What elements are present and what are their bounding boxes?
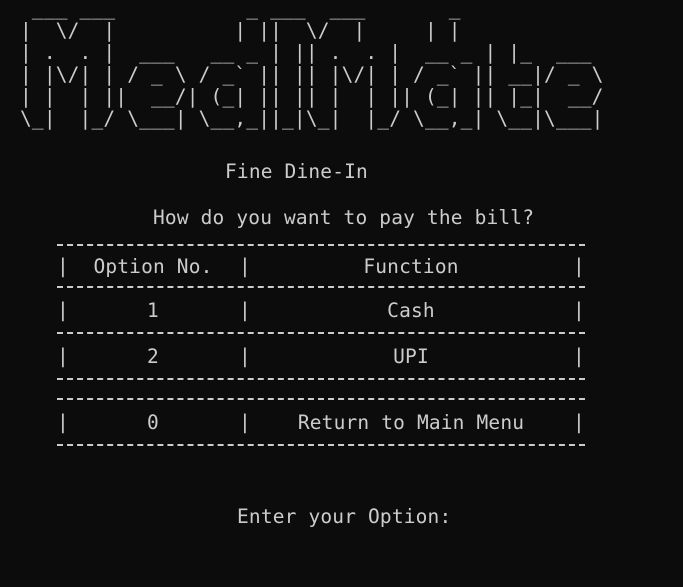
page-subtitle: Fine Dine-In bbox=[225, 160, 368, 183]
table-row: 2 UPI bbox=[57, 334, 585, 378]
column-separator bbox=[577, 246, 579, 286]
option-number: 0 bbox=[147, 410, 159, 434]
option-input-prompt[interactable]: Enter your Option: bbox=[237, 506, 451, 528]
options-table: Option No. Function 1 Cash 2 UPI 0 Retur… bbox=[57, 244, 585, 446]
table-row: 0 Return to Main Menu bbox=[57, 400, 585, 444]
option-number: 2 bbox=[147, 344, 159, 368]
table-row: 1 Cash bbox=[57, 288, 585, 332]
option-function: Return to Main Menu bbox=[297, 410, 525, 434]
column-separator bbox=[577, 334, 579, 378]
column-separator bbox=[577, 400, 579, 444]
option-number: 1 bbox=[147, 298, 159, 322]
column-separator bbox=[577, 288, 579, 332]
table-header-row: Option No. Function bbox=[57, 246, 585, 286]
header-option-no: Option No. bbox=[93, 254, 213, 278]
header-function: Function bbox=[363, 254, 459, 278]
app-logo-ascii-art: ___ ___ _ ___ ___ _ | \/ | | || \/ | | |… bbox=[20, 0, 604, 130]
option-function: UPI bbox=[393, 344, 429, 368]
table-divider bbox=[57, 444, 585, 446]
option-function: Cash bbox=[387, 298, 435, 322]
payment-question: How do you want to pay the bill? bbox=[153, 206, 535, 229]
